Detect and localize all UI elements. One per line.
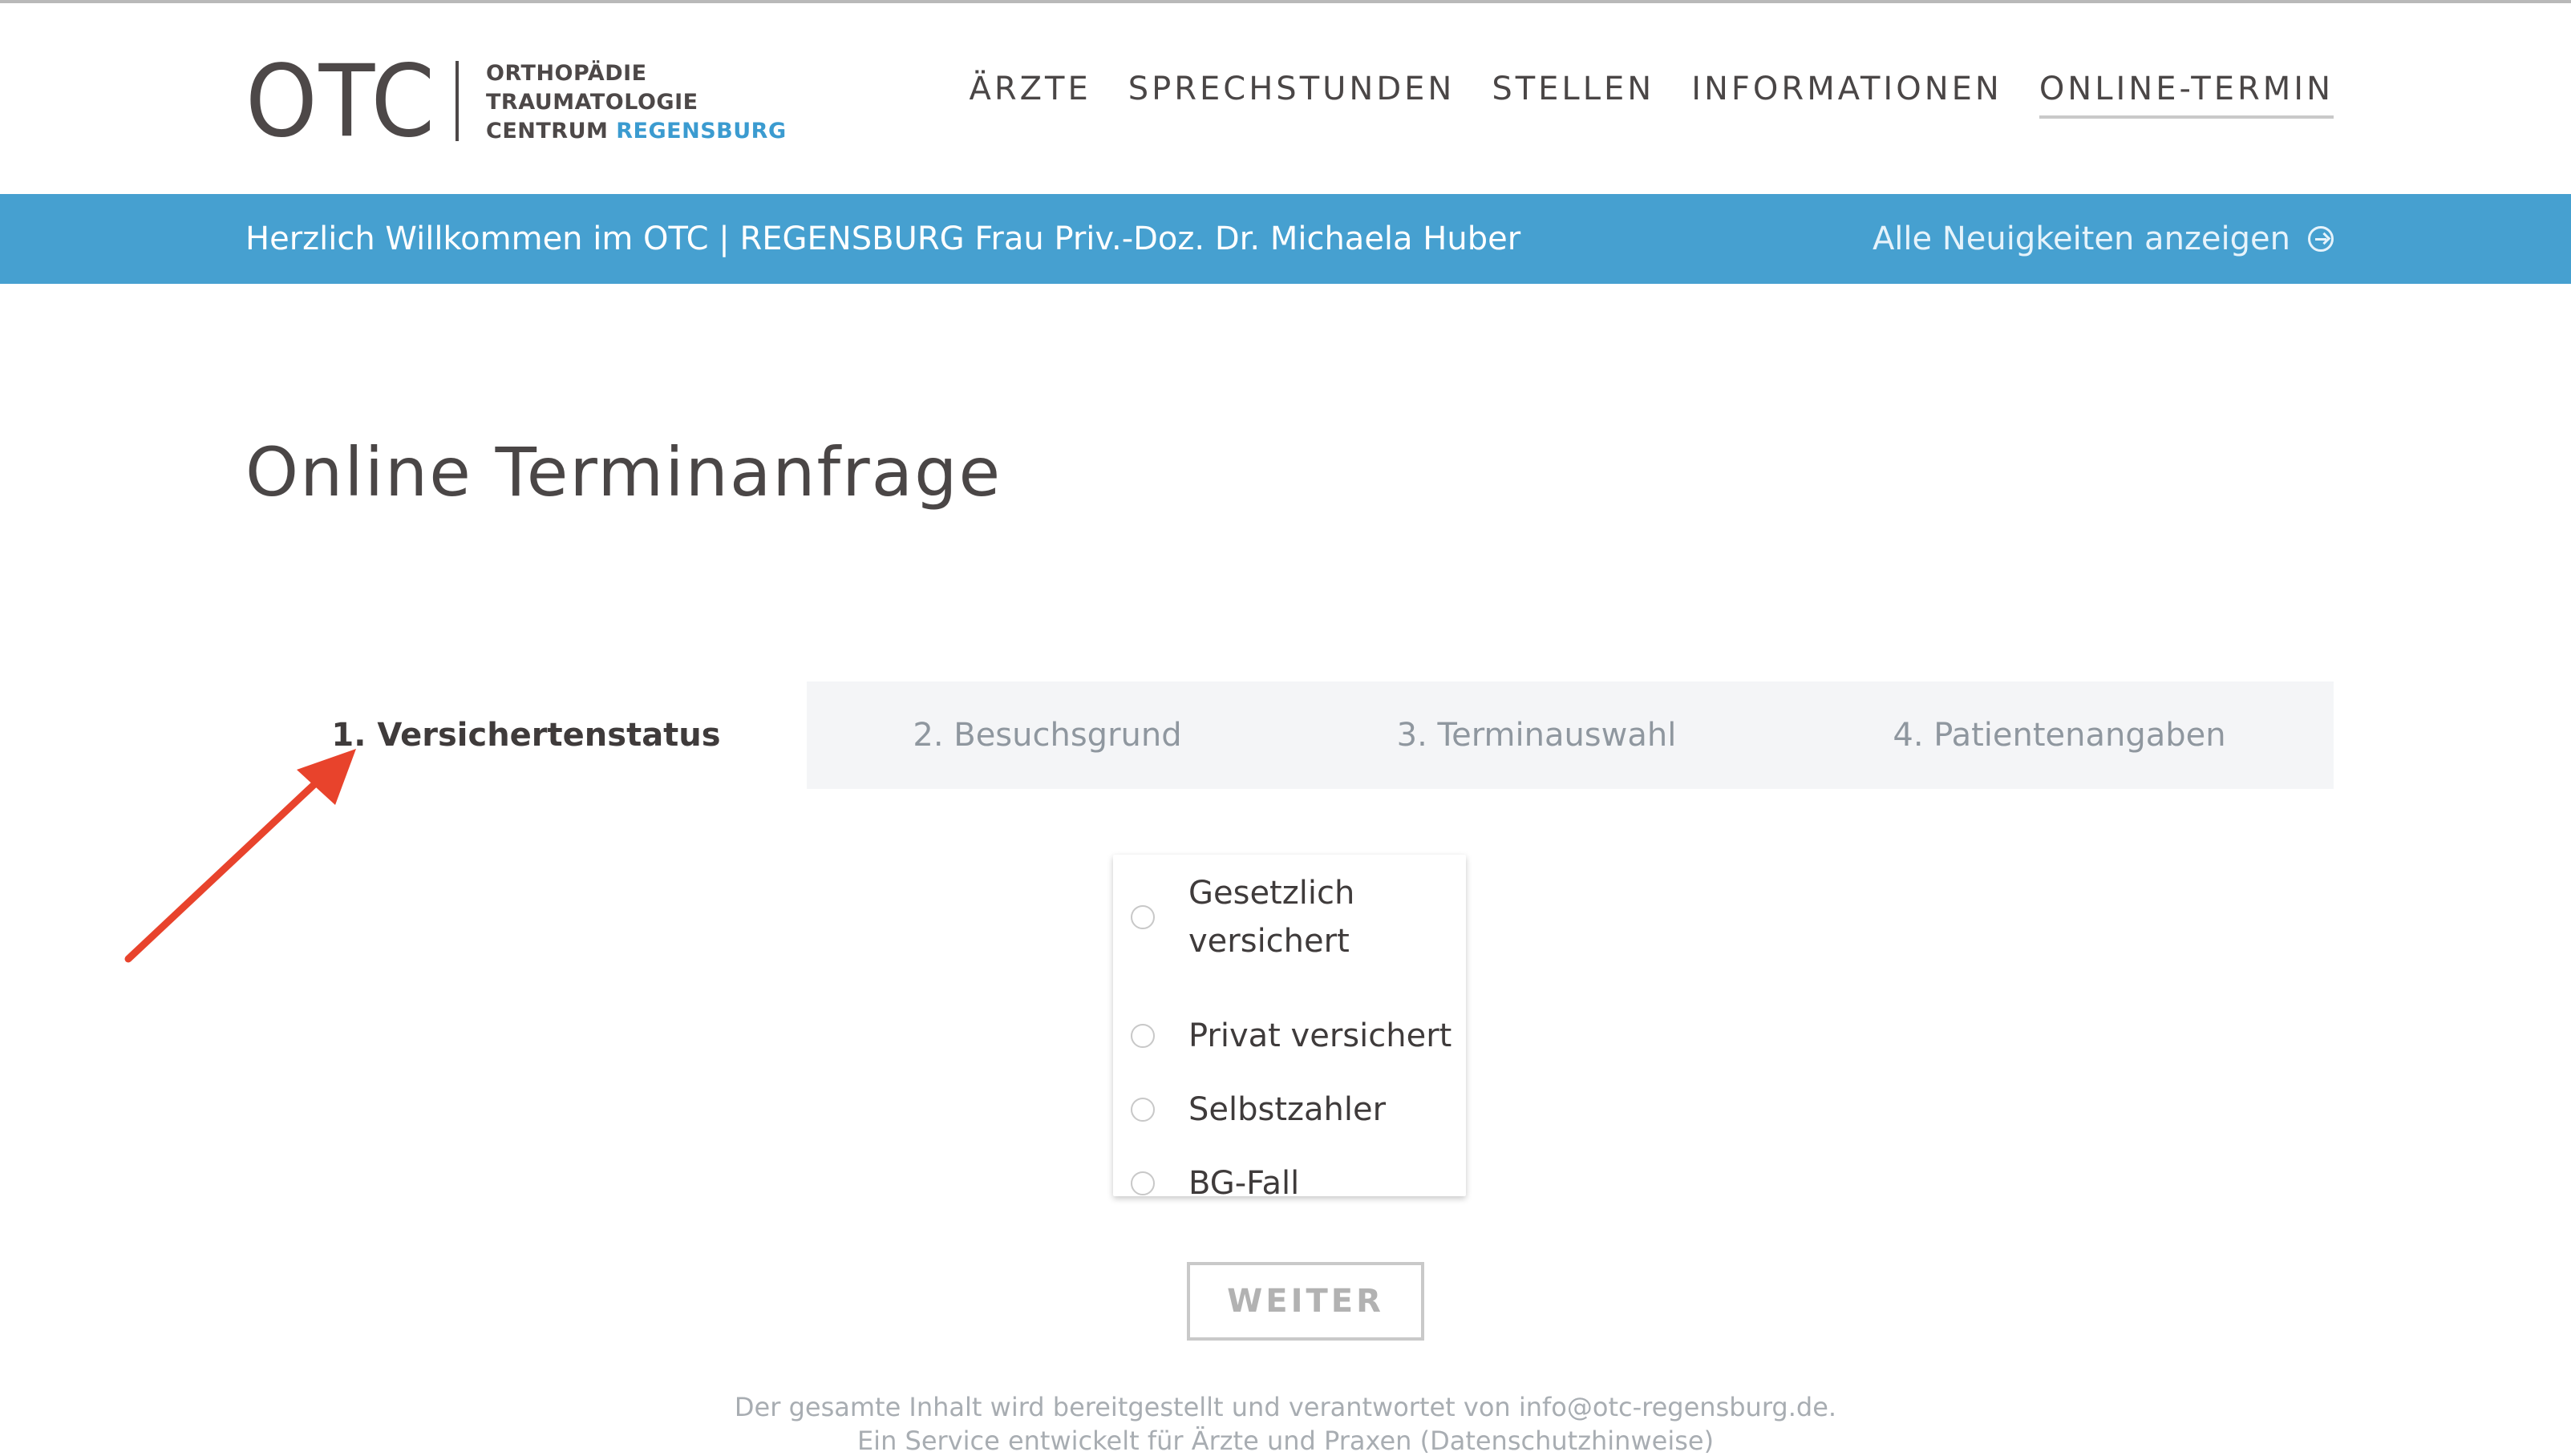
arrow-right-circle-icon xyxy=(2308,226,2334,252)
logo-text: ORTHOPÄDIE TRAUMATOLOGIE CENTRUM REGENSB… xyxy=(486,59,786,146)
step-tab-patientenangaben[interactable]: 4. Patientenangaben xyxy=(1785,681,2334,789)
insurance-option-gesetzlich[interactable]: Gesetzlich versichert xyxy=(1131,869,1461,965)
insurance-option-privat[interactable]: Privat versichert xyxy=(1131,1012,1461,1060)
step-tab-terminauswahl[interactable]: 3. Terminauswahl xyxy=(1288,681,1785,789)
step-tab-versichertenstatus[interactable]: 1. Versichertenstatus xyxy=(245,681,807,789)
radio-label: Selbstzahler xyxy=(1188,1091,1387,1128)
annotation-arrow-shaft xyxy=(124,770,329,963)
footer-line-2: Ein Service entwickelt für Ärzte und Pra… xyxy=(856,1426,1715,1456)
nav-item-online-termin[interactable]: ONLINE-TERMIN xyxy=(2039,71,2334,119)
logo-accent: REGENSBURG xyxy=(616,119,787,144)
nav-item-sprechstunden[interactable]: SPRECHSTUNDEN xyxy=(1128,71,1456,119)
nav-item-stellen[interactable]: STELLEN xyxy=(1492,71,1654,119)
banner-message: Herzlich Willkommen im OTC | REGENSBURG … xyxy=(245,220,1521,257)
logo-divider xyxy=(455,61,459,141)
all-news-link[interactable]: Alle Neuigkeiten anzeigen xyxy=(1873,194,2334,284)
radio-button[interactable] xyxy=(1131,1171,1155,1195)
insurance-option-bg-fall[interactable]: BG-Fall xyxy=(1131,1159,1461,1207)
nav-item-informationen[interactable]: INFORMATIONEN xyxy=(1691,71,2002,119)
footer-line-1: Der gesamte Inhalt wird bereitgestellt u… xyxy=(734,1392,1837,1422)
step-tab-besuchsgrund[interactable]: 2. Besuchsgrund xyxy=(807,681,1288,789)
insurance-option-selbstzahler[interactable]: Selbstzahler xyxy=(1131,1086,1461,1134)
welcome-banner: Herzlich Willkommen im OTC | REGENSBURG … xyxy=(0,194,2571,284)
logo-mark: OTC xyxy=(245,44,436,160)
page-title: Online Terminanfrage xyxy=(245,433,1002,512)
logo[interactable]: OTC ORTHOPÄDIE TRAUMATOLOGIE CENTRUM REG… xyxy=(245,44,786,160)
all-news-link-label: Alle Neuigkeiten anzeigen xyxy=(1872,220,2290,257)
logo-line-1: ORTHOPÄDIE xyxy=(486,61,647,86)
radio-button[interactable] xyxy=(1131,1024,1155,1048)
step-tabs: 1. Versichertenstatus 2. Besuchsgrund 3.… xyxy=(245,681,2334,789)
radio-label: Gesetzlich versichert xyxy=(1188,875,1355,960)
radio-button[interactable] xyxy=(1131,905,1155,929)
weiter-button[interactable]: WEITER xyxy=(1187,1262,1424,1341)
insurance-options-panel: Gesetzlich versichert Privat versichert … xyxy=(1113,855,1466,1202)
top-rule xyxy=(0,0,2571,3)
radio-button[interactable] xyxy=(1131,1098,1155,1122)
radio-label: Privat versichert xyxy=(1188,1017,1452,1054)
radio-label: BG-Fall xyxy=(1188,1165,1300,1202)
nav-item-aerzte[interactable]: ÄRZTE xyxy=(969,71,1091,119)
logo-line-3: CENTRUM REGENSBURG xyxy=(486,117,786,146)
logo-line-3-text: CENTRUM xyxy=(486,119,609,144)
main-nav: ÄRZTE SPRECHSTUNDEN STELLEN INFORMATIONE… xyxy=(969,71,2334,119)
logo-line-2: TRAUMATOLOGIE xyxy=(486,90,698,115)
